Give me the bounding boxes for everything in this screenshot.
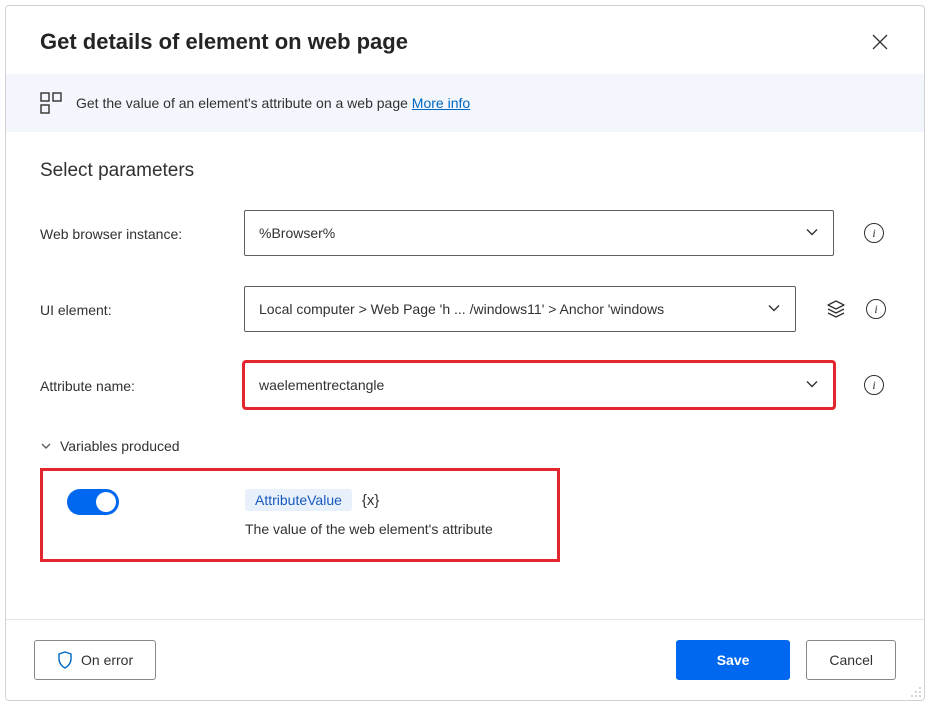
- variables-body: AttributeValue {x} The value of the web …: [40, 468, 560, 562]
- info-bar-text: Get the value of an element's attribute …: [76, 95, 470, 111]
- attribute-label: Attribute name:: [40, 376, 230, 394]
- chevron-down-icon: [805, 377, 819, 394]
- info-icon: i: [864, 223, 884, 243]
- field-row-attribute: Attribute name: waelementrectangle i: [40, 362, 890, 408]
- attribute-control: waelementrectangle: [244, 362, 834, 408]
- attribute-info-button[interactable]: i: [860, 371, 888, 399]
- resize-handle-icon[interactable]: [908, 684, 922, 698]
- dialog-header: Get details of element on web page: [6, 6, 924, 74]
- dialog-title: Get details of element on web page: [40, 29, 408, 55]
- ui-element-picker-button[interactable]: [822, 295, 850, 323]
- field-row-browser: Web browser instance: %Browser% i: [40, 210, 890, 256]
- dialog: Get details of element on web page Get t…: [5, 5, 925, 701]
- attribute-select[interactable]: waelementrectangle: [244, 362, 834, 408]
- info-icon: i: [866, 299, 886, 319]
- info-bar-description: Get the value of an element's attribute …: [76, 95, 408, 111]
- more-info-link[interactable]: More info: [412, 95, 470, 111]
- ui-element-side-icons: i: [810, 295, 890, 323]
- on-error-label: On error: [81, 652, 133, 668]
- ui-element-control: Local computer > Web Page 'h ... /window…: [244, 286, 796, 332]
- browser-label: Web browser instance:: [40, 224, 230, 242]
- save-button[interactable]: Save: [676, 640, 791, 680]
- info-icon: i: [864, 375, 884, 395]
- cancel-button[interactable]: Cancel: [806, 640, 896, 680]
- attribute-value: waelementrectangle: [259, 377, 384, 393]
- ui-element-info-button[interactable]: i: [862, 295, 890, 323]
- attribute-side-icons: i: [848, 371, 888, 399]
- save-label: Save: [717, 652, 750, 668]
- ui-element-value: Local computer > Web Page 'h ... /window…: [259, 301, 664, 317]
- browser-value: %Browser%: [259, 225, 335, 241]
- chevron-down-icon: [767, 301, 781, 318]
- close-icon: [872, 34, 888, 50]
- close-button[interactable]: [866, 28, 894, 56]
- variable-content: AttributeValue {x} The value of the web …: [149, 489, 493, 537]
- dialog-body: Select parameters Web browser instance: …: [6, 132, 924, 619]
- browser-side-icons: i: [848, 219, 888, 247]
- browser-control: %Browser%: [244, 210, 834, 256]
- ui-element-label: UI element:: [40, 300, 230, 318]
- cancel-label: Cancel: [829, 652, 873, 668]
- on-error-button[interactable]: On error: [34, 640, 156, 680]
- ui-element-select[interactable]: Local computer > Web Page 'h ... /window…: [244, 286, 796, 332]
- field-row-ui-element: UI element: Local computer > Web Page 'h…: [40, 286, 890, 332]
- variables-produced-toggle[interactable]: Variables produced: [40, 438, 890, 454]
- variable-toggle[interactable]: [67, 489, 119, 515]
- chevron-down-icon: [805, 225, 819, 242]
- shield-icon: [57, 651, 73, 669]
- variable-name-row: AttributeValue {x}: [245, 489, 493, 511]
- layers-icon: [826, 299, 846, 319]
- toggle-knob: [96, 492, 116, 512]
- action-icon: [40, 92, 62, 114]
- footer-right: Save Cancel: [676, 640, 896, 680]
- info-bar: Get the value of an element's attribute …: [6, 74, 924, 132]
- dialog-footer: On error Save Cancel: [6, 619, 924, 700]
- variables-header-text: Variables produced: [60, 438, 180, 454]
- browser-info-button[interactable]: i: [860, 219, 888, 247]
- variable-braces: {x}: [362, 492, 380, 509]
- section-title: Select parameters: [40, 160, 890, 182]
- variable-description: The value of the web element's attribute: [245, 521, 493, 537]
- variable-name[interactable]: AttributeValue: [245, 489, 352, 511]
- browser-select[interactable]: %Browser%: [244, 210, 834, 256]
- chevron-down-icon: [40, 440, 52, 452]
